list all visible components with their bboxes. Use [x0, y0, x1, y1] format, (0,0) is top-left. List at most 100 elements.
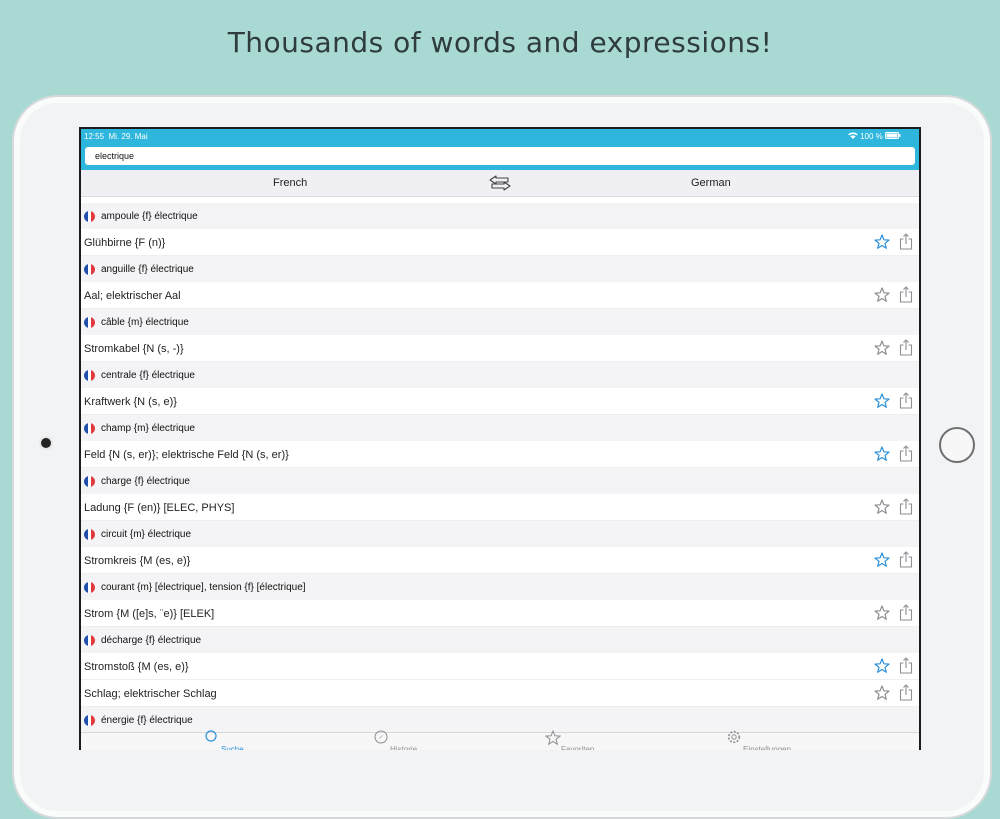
french-entry-row[interactable]: courant {m} [électrique], tension {f} [é…	[81, 574, 919, 600]
favorite-star-icon[interactable]	[874, 685, 890, 701]
german-translation: Stromkabel {N (s, -)}	[84, 343, 184, 355]
language-bar: French German	[81, 170, 919, 197]
german-translation-row[interactable]: Stromkabel {N (s, -)}	[81, 335, 919, 362]
favorite-star-filled-icon[interactable]	[874, 393, 890, 409]
favorite-star-filled-icon[interactable]	[874, 658, 890, 674]
german-translation: Glühbirne {F (n)}	[84, 237, 166, 249]
french-flag-icon	[84, 423, 95, 434]
french-term: champ {m} électrique	[101, 423, 195, 434]
results-list: ampoule {f} électrique Glühbirne {F (n)} a…	[81, 203, 919, 733]
french-term: énergie {f} électrique	[101, 715, 193, 726]
german-translation: Stromstoß {M (es, e)}	[84, 661, 189, 673]
compass-icon	[374, 730, 388, 746]
camera	[41, 438, 51, 448]
french-term: ampoule {f} électrique	[101, 211, 198, 222]
french-flag-icon	[84, 476, 95, 487]
share-icon[interactable]	[899, 498, 913, 515]
german-translation-row[interactable]: Stromstoß {M (es, e)}	[81, 653, 919, 680]
french-flag-icon	[84, 211, 95, 222]
favorite-star-icon[interactable]	[874, 340, 890, 356]
tab-favoriten[interactable]: Favoriten	[544, 729, 594, 750]
share-icon[interactable]	[899, 604, 913, 621]
german-translation-row[interactable]: Ladung {F (en)} [ELEC, PHYS]	[81, 494, 919, 521]
share-icon[interactable]	[899, 233, 913, 250]
share-icon[interactable]	[899, 551, 913, 568]
share-icon[interactable]	[899, 657, 913, 674]
favorite-star-filled-icon[interactable]	[874, 446, 890, 462]
tab-label: Historie	[390, 745, 418, 750]
tab-label: Einstellungen	[743, 745, 792, 750]
german-translation-row[interactable]: Feld {N (s, er)}; elektrische Feld {N (s…	[81, 441, 919, 468]
french-term: courant {m} [électrique], tension {f} [é…	[101, 582, 306, 593]
french-term: anguille {f} électrique	[101, 264, 194, 275]
german-translation: Ladung {F (en)} [ELEC, PHYS]	[84, 502, 235, 514]
french-entry-row[interactable]: ampoule {f} électrique	[81, 203, 919, 229]
french-term: centrale {f} électrique	[101, 370, 195, 381]
language-left[interactable]: French	[273, 177, 307, 189]
favorite-star-icon[interactable]	[874, 287, 890, 303]
screen: 12:55 Mi. 29. Mai 100 % French German am	[79, 127, 921, 750]
french-flag-icon	[84, 264, 95, 275]
star-icon	[544, 729, 562, 748]
gear-icon	[727, 730, 741, 746]
tab-label: Favoriten	[561, 745, 595, 750]
french-flag-icon	[84, 715, 95, 726]
battery-icon	[885, 132, 901, 141]
french-flag-icon	[84, 529, 95, 540]
favorite-star-filled-icon[interactable]	[874, 552, 890, 568]
french-term: charge {f} électrique	[101, 476, 190, 487]
share-icon[interactable]	[899, 286, 913, 303]
french-term: câble {m} électrique	[101, 317, 189, 328]
tab-einstellungen[interactable]: Einstellungen	[727, 730, 791, 750]
german-translation: Schlag; elektrischer Schlag	[84, 688, 217, 700]
battery-percent: 100 %	[860, 132, 883, 141]
favorite-star-icon[interactable]	[874, 605, 890, 621]
french-flag-icon	[84, 635, 95, 646]
favorite-star-filled-icon[interactable]	[874, 234, 890, 250]
share-icon[interactable]	[899, 684, 913, 701]
status-right: 100 %	[847, 132, 901, 141]
german-translation: Feld {N (s, er)}; elektrische Feld {N (s…	[84, 449, 289, 461]
tab-label: Suche	[221, 745, 244, 750]
french-term: circuit {m} électrique	[101, 529, 192, 540]
language-right[interactable]: German	[691, 177, 731, 189]
german-translation-row[interactable]: Stromkreis {M (es, e)}	[81, 547, 919, 574]
german-translation-row[interactable]: Aal; elektrischer Aal	[81, 282, 919, 309]
app-screen: 12:55 Mi. 29. Mai 100 % French German am	[81, 129, 919, 750]
share-icon[interactable]	[899, 445, 913, 462]
tab-suche[interactable]: Suche	[205, 730, 244, 750]
wifi-icon	[847, 132, 860, 141]
search-icon	[205, 730, 217, 744]
french-entry-row[interactable]: câble {m} électrique	[81, 309, 919, 335]
german-translation-row[interactable]: Strom {M ([e]s, ¨e)} [ELEK]	[81, 600, 919, 627]
tab-historie[interactable]: Historie	[374, 730, 417, 750]
german-translation: Kraftwerk {N (s, e)}	[84, 396, 177, 408]
french-entry-row[interactable]: circuit {m} électrique	[81, 521, 919, 547]
headline: Thousands of words and expressions!	[227, 26, 773, 59]
status-time: 12:55	[84, 132, 105, 141]
french-entry-row[interactable]: charge {f} électrique	[81, 468, 919, 494]
french-entry-row[interactable]: champ {m} électrique	[81, 415, 919, 441]
german-translation: Aal; elektrischer Aal	[84, 290, 181, 302]
favorite-star-icon[interactable]	[874, 499, 890, 515]
status-date: Mi. 29. Mai	[108, 132, 148, 141]
german-translation-row[interactable]: Schlag; elektrischer Schlag	[81, 680, 919, 707]
german-translation: Stromkreis {M (es, e)}	[84, 555, 191, 567]
french-flag-icon	[84, 317, 95, 328]
german-translation: Strom {M ([e]s, ¨e)} [ELEK]	[84, 608, 215, 620]
share-icon[interactable]	[899, 392, 913, 409]
top-bar: 12:55 Mi. 29. Mai 100 %	[81, 129, 919, 170]
german-translation-row[interactable]: Kraftwerk {N (s, e)}	[81, 388, 919, 415]
status-time-date: 12:55 Mi. 29. Mai	[84, 132, 148, 141]
french-flag-icon	[84, 370, 95, 381]
swap-languages-icon[interactable]	[488, 174, 512, 192]
tab-bar: Suche Historie Favoriten Einstellungen	[81, 729, 919, 750]
french-entry-row[interactable]: décharge {f} électrique	[81, 627, 919, 653]
home-button[interactable]	[939, 427, 975, 463]
share-icon[interactable]	[899, 339, 913, 356]
french-entry-row[interactable]: centrale {f} électrique	[81, 362, 919, 388]
french-entry-row[interactable]: anguille {f} électrique	[81, 256, 919, 282]
french-flag-icon	[84, 582, 95, 593]
german-translation-row[interactable]: Glühbirne {F (n)}	[81, 229, 919, 256]
search-input[interactable]	[85, 147, 915, 165]
